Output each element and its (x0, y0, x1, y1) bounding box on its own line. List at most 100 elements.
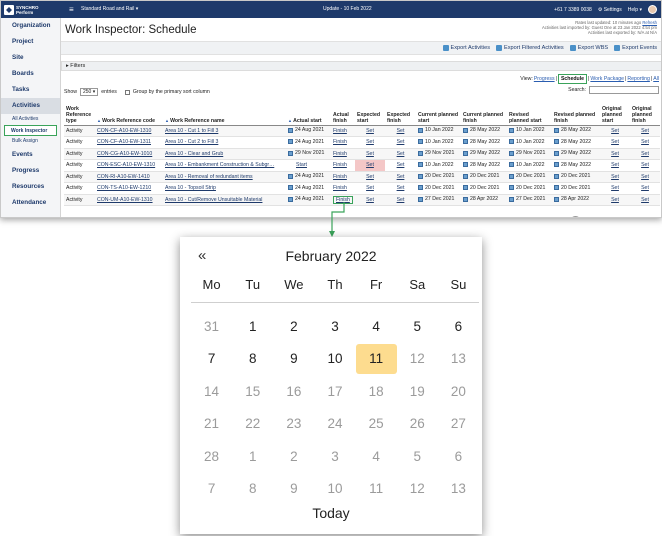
set-link[interactable]: Set (641, 174, 649, 180)
actual-start-cell[interactable]: 24 Aug 2021 (286, 171, 331, 183)
view-work-package-link[interactable]: Work Package (590, 76, 624, 82)
finish-link[interactable]: Finish (333, 151, 347, 157)
set-link[interactable]: Set (611, 151, 619, 157)
day-cell[interactable]: 10 (314, 343, 355, 376)
col-header[interactable]: ▲ Work Reference name (163, 98, 286, 126)
actual-finish-cell[interactable]: Finish (331, 159, 355, 172)
expected-start-cell[interactable]: Set (355, 125, 385, 137)
day-cell[interactable]: 16 (273, 375, 314, 408)
revised-planned-finish-cell[interactable]: 28 May 2022 (552, 159, 600, 172)
day-cell[interactable]: 10 (314, 473, 355, 506)
set-link[interactable]: Set (366, 174, 374, 180)
current-planned-start-cell[interactable]: 27 Dec 2021 (416, 194, 461, 206)
project-selector[interactable]: Standard Road and Rail ▾ (81, 6, 138, 12)
col-header[interactable]: Work Reference type (64, 98, 95, 126)
set-link[interactable]: Set (366, 139, 374, 145)
day-cell[interactable]: 8 (232, 473, 273, 506)
entries-select[interactable]: 250 ▾ (79, 88, 99, 96)
original-planned-start-cell[interactable]: Set (600, 182, 630, 195)
selected-day[interactable]: 11 (355, 343, 397, 374)
sidebar-item-progress[interactable]: Progress (1, 163, 60, 179)
set-link[interactable]: Set (611, 162, 619, 168)
day-cell[interactable]: 20 (438, 375, 479, 408)
day-cell[interactable]: 9 (273, 473, 314, 506)
today-button[interactable]: Today (180, 505, 482, 521)
expected-finish-cell[interactable]: Set (385, 148, 416, 160)
reference-code-link[interactable]: CON-ESC-A10-EW-1310 (95, 159, 163, 172)
help-menu[interactable]: Help ▾ (628, 7, 642, 13)
expected-finish-cell[interactable]: Set (385, 182, 416, 195)
current-planned-start-cell[interactable]: 20 Dec 2021 (416, 182, 461, 195)
actual-start-cell[interactable]: 24 Aug 2021 (286, 136, 331, 149)
expected-start-cell[interactable]: Set (355, 148, 385, 160)
export-events-button[interactable]: Export Events (614, 45, 657, 51)
revised-planned-start-cell[interactable]: 10 Jan 2022 (507, 125, 552, 137)
reference-name-link[interactable]: Area 10 - Cut/Remove Unsuitable Material (163, 194, 286, 206)
search-input[interactable] (589, 86, 659, 94)
day-cell[interactable]: 31 (191, 310, 232, 343)
reference-code-link[interactable]: CON-CF-A10-EW-1310 (95, 125, 163, 137)
day-cell[interactable]: 26 (397, 408, 438, 441)
col-header[interactable]: Actual finish (331, 98, 355, 126)
set-link[interactable]: Set (611, 197, 619, 203)
original-planned-start-cell[interactable]: Set (600, 159, 630, 172)
day-cell[interactable]: 4 (356, 440, 397, 473)
day-cell[interactable]: 25 (356, 408, 397, 441)
view-schedule-link[interactable]: Schedule (557, 74, 588, 84)
original-planned-finish-cell[interactable]: Set (630, 182, 660, 195)
sidebar-item-project[interactable]: Project (1, 34, 60, 50)
current-planned-finish-cell[interactable]: 20 Dec 2021 (461, 182, 507, 195)
revised-planned-finish-cell[interactable]: 20 Dec 2021 (552, 171, 600, 183)
add-bubble-icon[interactable]: + (570, 216, 581, 217)
col-header[interactable]: Expected start (355, 98, 385, 126)
day-cell[interactable]: 9 (273, 343, 314, 376)
day-cell[interactable]: 13 (438, 343, 479, 376)
day-cell[interactable]: 1 (232, 310, 273, 343)
reference-name-link[interactable]: Area 10 - Topsoil Strip (163, 182, 286, 195)
revised-planned-finish-cell[interactable]: 20 Dec 2021 (552, 182, 600, 195)
sidebar-item-tasks[interactable]: Tasks (1, 82, 60, 98)
set-link[interactable]: Set (641, 162, 649, 168)
sidebar-item-site[interactable]: Site (1, 50, 60, 66)
original-planned-finish-cell[interactable]: Set (630, 194, 660, 206)
expected-start-cell[interactable]: Set (355, 182, 385, 195)
set-link[interactable]: Set (366, 197, 374, 203)
set-link[interactable]: Set (397, 162, 405, 168)
col-header[interactable]: Revised planned start (507, 98, 552, 126)
current-planned-finish-cell[interactable]: 28 Apr 2022 (461, 194, 507, 206)
original-planned-start-cell[interactable]: Set (600, 136, 630, 149)
expected-finish-cell[interactable]: Set (385, 136, 416, 149)
day-cell[interactable]: 5 (397, 310, 438, 343)
original-planned-finish-cell[interactable]: Set (630, 148, 660, 160)
user-avatar[interactable] (648, 5, 657, 14)
reference-code-link[interactable]: CON-CG-A10-EW-1010 (95, 148, 163, 160)
sidebar-item-activities[interactable]: Activities (1, 98, 60, 114)
col-header[interactable]: Current planned finish (461, 98, 507, 126)
reference-code-link[interactable]: CON-TS-A10-EW-1210 (95, 182, 163, 195)
finish-link[interactable]: Finish (333, 185, 347, 191)
day-cell[interactable]: 4 (356, 310, 397, 343)
expected-finish-cell[interactable]: Set (385, 125, 416, 137)
sidebar-sub-all-activities[interactable]: All Activities (1, 114, 60, 125)
current-planned-finish-cell[interactable]: 28 May 2022 (461, 159, 507, 172)
col-header[interactable]: Expected finish (385, 98, 416, 126)
expected-finish-cell[interactable]: Set (385, 171, 416, 183)
day-cell[interactable]: 8 (232, 343, 273, 376)
day-cell[interactable]: 23 (273, 408, 314, 441)
original-planned-start-cell[interactable]: Set (600, 125, 630, 137)
revised-planned-start-cell[interactable]: 10 Jan 2022 (507, 136, 552, 149)
sidebar-sub-work-inspector[interactable]: Work Inspector (4, 125, 57, 136)
day-cell[interactable]: 18 (356, 375, 397, 408)
actual-start-cell[interactable]: 29 Nov 2021 (286, 148, 331, 160)
set-link[interactable]: Set (366, 162, 374, 168)
sidebar-item-boards[interactable]: Boards (1, 66, 60, 82)
day-cell[interactable]: 2 (273, 440, 314, 473)
group-by-checkbox[interactable] (124, 89, 130, 95)
finish-link[interactable]: Finish (333, 162, 347, 168)
reference-name-link[interactable]: Area 10 - Cut 2 to Fill 3 (163, 136, 286, 149)
day-cell[interactable]: 7 (191, 343, 232, 376)
start-link[interactable]: Start (296, 162, 307, 168)
synchro-logo[interactable]: SYNCHRO Perform (4, 3, 48, 16)
day-cell[interactable]: 13 (438, 473, 479, 506)
reference-code-link[interactable]: CON-CF-A10-EW-1311 (95, 136, 163, 149)
